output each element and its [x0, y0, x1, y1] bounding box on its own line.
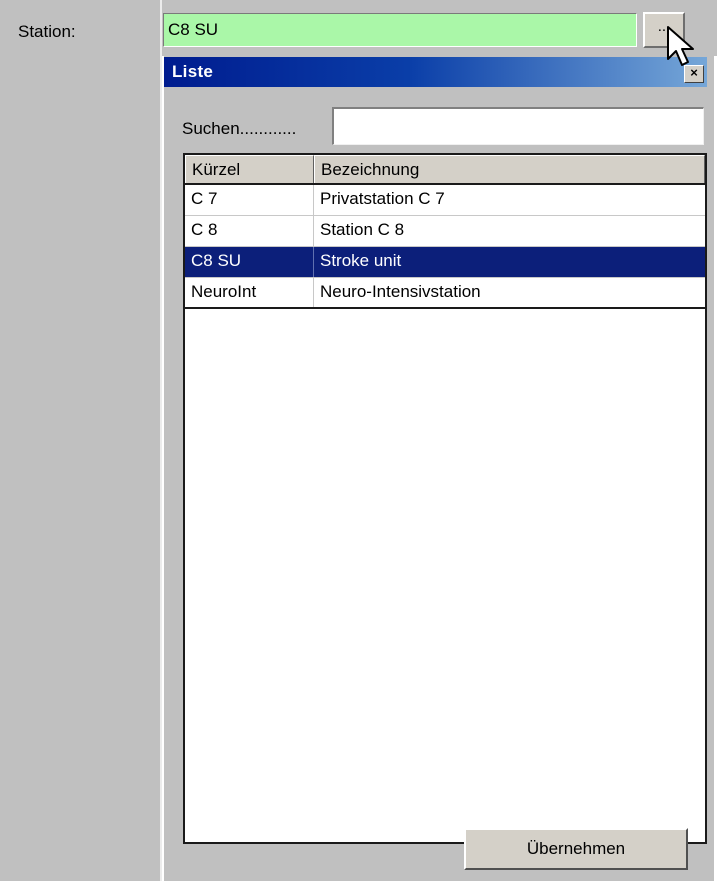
row-name: Stroke unit	[320, 251, 402, 270]
mouse-cursor-icon	[667, 26, 694, 66]
list-row[interactable]: C 7 Privatstation C 7	[185, 185, 705, 216]
row-name: Station C 8	[320, 220, 405, 239]
row-code: C 7	[185, 185, 314, 215]
panel-divider	[160, 0, 162, 881]
row-code: C8 SU	[185, 247, 314, 277]
list-popup: Liste × Suchen............ Kürzel Bezeic…	[164, 56, 714, 881]
list-row[interactable]: NeuroInt Neuro-Intensivstation	[185, 278, 705, 309]
list-row[interactable]: C 8 Station C 8	[185, 216, 705, 247]
station-list[interactable]: Kürzel Bezeichnung C 7 Privatstation C 7…	[183, 153, 707, 844]
popup-titlebar[interactable]: Liste ×	[164, 57, 707, 87]
list-row-selected[interactable]: C8 SU Stroke unit	[185, 247, 705, 278]
search-input[interactable]	[332, 107, 704, 145]
row-code: C 8	[185, 216, 314, 246]
row-name: Privatstation C 7	[320, 189, 445, 208]
column-header-name[interactable]: Bezeichnung	[314, 155, 705, 183]
station-label: Station:	[18, 22, 76, 41]
popup-title: Liste	[172, 62, 214, 81]
list-header: Kürzel Bezeichnung	[185, 155, 705, 185]
column-header-code[interactable]: Kürzel	[185, 155, 314, 183]
row-code: NeuroInt	[185, 278, 314, 307]
search-label: Suchen............	[182, 119, 297, 138]
apply-button[interactable]: Übernehmen	[464, 828, 688, 870]
left-panel-background	[0, 0, 162, 881]
station-field[interactable]: C8 SU	[163, 13, 637, 47]
row-name: Neuro-Intensivstation	[320, 282, 481, 301]
